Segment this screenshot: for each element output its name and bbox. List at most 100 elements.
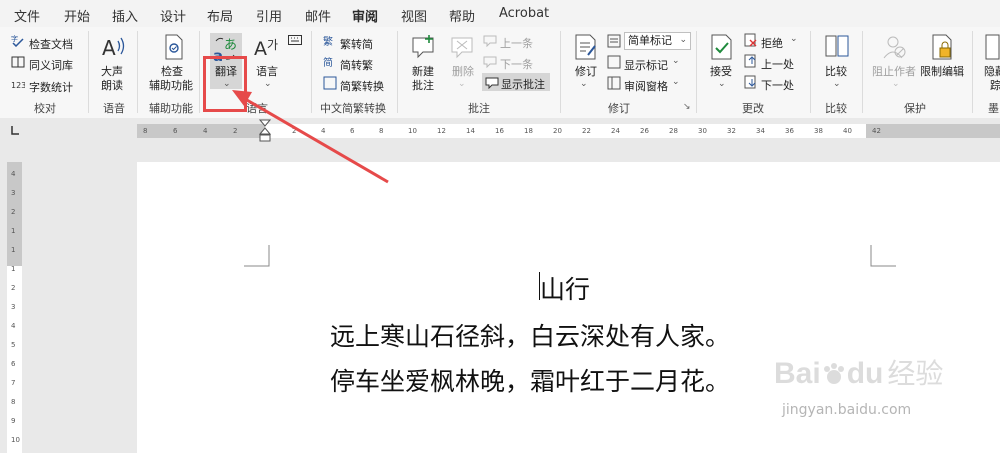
tab-home[interactable]: 开始 bbox=[64, 6, 90, 25]
previous-change-button[interactable]: 上一处 bbox=[761, 56, 794, 72]
review-pane-icon bbox=[607, 76, 621, 90]
document-page[interactable]: 山行 远上寒山石径斜，白云深处有人家。 停车坐爱枫林晚，霜叶红于二月花。 Bai… bbox=[137, 162, 1000, 453]
block-authors-label[interactable]: 阻止作者 bbox=[872, 65, 916, 79]
new-comment-label-1[interactable]: 新建 bbox=[412, 65, 434, 79]
ruler-margin-right bbox=[866, 124, 1000, 138]
group-label-changes: 更改 bbox=[742, 102, 764, 115]
track-changes-icon bbox=[575, 34, 596, 60]
chevron-down-icon: ⌄ bbox=[672, 77, 680, 87]
to-simplified-icon: 繁 bbox=[323, 35, 333, 48]
track-changes-label[interactable]: 修订 bbox=[575, 65, 597, 79]
horizontal-ruler[interactable]: 8 6 4 2 2 4 6 8 10 12 14 16 18 20 22 24 26 28 30 32 34 36 38 40… bbox=[0, 118, 1000, 144]
svg-text:字: 字 bbox=[11, 34, 18, 43]
watermark-cn: 经验 bbox=[887, 357, 944, 390]
next-comment-icon bbox=[483, 56, 497, 68]
read-aloud-icon: A bbox=[102, 36, 125, 60]
svg-text:あ: あ bbox=[224, 38, 237, 53]
ruler-tick-label: 40 bbox=[843, 127, 852, 135]
vruler-tick-label: 1 bbox=[11, 227, 16, 235]
delete-comment-icon bbox=[451, 37, 473, 59]
tab-file[interactable]: 文件 bbox=[14, 6, 40, 25]
ruler-tick-label: 10 bbox=[408, 127, 417, 135]
ruler-tick-label: 38 bbox=[814, 127, 823, 135]
prev-comment-button[interactable]: 上一条 bbox=[500, 35, 533, 51]
word-count-button[interactable]: 字数统计 bbox=[29, 79, 73, 95]
group-label-tracking: 修订 bbox=[608, 102, 630, 115]
accept-icon bbox=[711, 34, 732, 60]
hide-ink-label-1[interactable]: 隐藏 bbox=[984, 65, 1000, 79]
group-label-comments: 批注 bbox=[468, 102, 490, 115]
to-simplified-button[interactable]: 繁转简 bbox=[340, 36, 373, 52]
tab-review[interactable]: 审阅 bbox=[352, 6, 379, 31]
read-aloud-label-1[interactable]: 大声 bbox=[101, 65, 123, 79]
group-label-ink: 墨 bbox=[988, 102, 999, 115]
crop-mark-right bbox=[870, 245, 896, 267]
indent-marker-icon[interactable] bbox=[259, 119, 271, 143]
prev-comment-icon bbox=[483, 35, 497, 47]
chevron-down-icon: ⌄ bbox=[264, 79, 272, 89]
tab-mailings[interactable]: 邮件 bbox=[305, 6, 331, 25]
tab-insert[interactable]: 插入 bbox=[112, 6, 138, 25]
ruler-tick-label: 8 bbox=[143, 127, 148, 135]
markup-dropdown[interactable]: 简单标记 ⌄ bbox=[624, 32, 691, 50]
delete-comment-label[interactable]: 删除 bbox=[452, 65, 474, 79]
tab-design[interactable]: 设计 bbox=[160, 6, 186, 25]
convert-button[interactable]: 简繁转换 bbox=[340, 78, 384, 94]
tab-view[interactable]: 视图 bbox=[401, 6, 427, 25]
vruler-tick-label: 5 bbox=[11, 341, 16, 349]
poem-title[interactable]: 山行 bbox=[540, 270, 590, 306]
chevron-down-icon: ⌄ bbox=[458, 79, 466, 89]
group-label-accessibility: 辅助功能 bbox=[149, 102, 193, 115]
show-markup-icon bbox=[607, 55, 621, 69]
review-pane-button[interactable]: 审阅窗格 bbox=[624, 78, 668, 94]
thesaurus-button[interactable]: 同义词库 bbox=[29, 57, 73, 73]
reject-icon bbox=[744, 33, 757, 47]
tab-selector-icon[interactable] bbox=[9, 124, 21, 136]
hide-ink-label-2[interactable]: 踪 bbox=[990, 79, 1000, 93]
poem-line-2[interactable]: 停车坐爱枫林晚，霜叶红于二月花。 bbox=[330, 362, 730, 398]
chevron-down-icon: ⌄ bbox=[580, 79, 588, 89]
tab-layout[interactable]: 布局 bbox=[207, 6, 233, 25]
ruler-tick-label: 30 bbox=[698, 127, 707, 135]
language-label[interactable]: 语言 bbox=[256, 65, 278, 79]
vruler-tick-label: 1 bbox=[11, 246, 16, 254]
accessibility-label-2[interactable]: 辅助功能 bbox=[149, 79, 193, 93]
read-aloud-label-2[interactable]: 朗读 bbox=[101, 79, 123, 93]
ruler-tick-label: 2 bbox=[292, 127, 297, 135]
reject-button[interactable]: 拒绝 bbox=[761, 35, 783, 51]
vruler-tick-label: 2 bbox=[11, 284, 16, 292]
show-markup-button[interactable]: 显示标记 bbox=[624, 57, 668, 73]
markup-icon bbox=[607, 34, 621, 48]
accessibility-label-1[interactable]: 检查 bbox=[161, 65, 183, 79]
svg-text:가: 가 bbox=[267, 38, 278, 52]
accessibility-check-icon bbox=[165, 34, 183, 60]
tab-references[interactable]: 引用 bbox=[256, 6, 282, 25]
next-change-button[interactable]: 下一处 bbox=[761, 77, 794, 93]
crop-mark-left bbox=[244, 245, 270, 267]
ruler-tick-label: 2 bbox=[233, 127, 238, 135]
svg-text:A: A bbox=[254, 38, 267, 60]
hide-ink-icon bbox=[985, 34, 1000, 60]
keyboard-icon[interactable] bbox=[288, 35, 302, 45]
dialog-launcher-icon[interactable]: ↘ bbox=[683, 102, 691, 112]
block-authors-icon bbox=[883, 36, 906, 59]
accept-label[interactable]: 接受 bbox=[710, 65, 732, 79]
group-label-compare: 比较 bbox=[825, 102, 847, 115]
spelling-icon: 字 bbox=[11, 34, 24, 47]
tab-acrobat[interactable]: Acrobat bbox=[499, 6, 549, 21]
tab-help[interactable]: 帮助 bbox=[449, 6, 475, 25]
svg-text:繁: 繁 bbox=[323, 35, 333, 48]
new-comment-icon bbox=[412, 35, 434, 59]
ruler-margin-left bbox=[137, 124, 265, 138]
compare-label[interactable]: 比较 bbox=[825, 65, 847, 79]
to-traditional-button[interactable]: 简转繁 bbox=[340, 57, 373, 73]
ruler-tick-label: 32 bbox=[727, 127, 736, 135]
poem-line-1[interactable]: 远上寒山石径斜，白云深处有人家。 bbox=[330, 317, 730, 353]
new-comment-label-2[interactable]: 批注 bbox=[412, 79, 434, 93]
spelling-button[interactable]: 检查文档 bbox=[29, 36, 73, 52]
next-comment-button[interactable]: 下一条 bbox=[500, 56, 533, 72]
restrict-editing-label[interactable]: 限制编辑 bbox=[920, 65, 964, 79]
svg-text:123: 123 bbox=[11, 81, 25, 90]
group-label-chinese-conversion: 中文简繁转换 bbox=[320, 102, 386, 115]
group-label-protect: 保护 bbox=[904, 102, 926, 115]
